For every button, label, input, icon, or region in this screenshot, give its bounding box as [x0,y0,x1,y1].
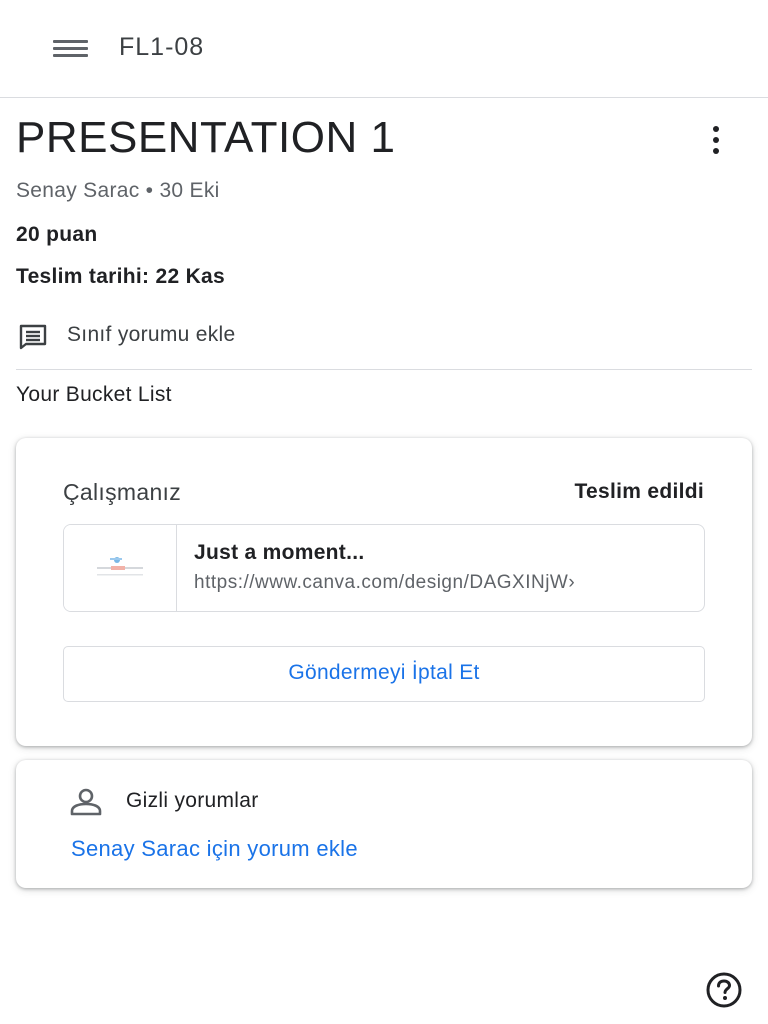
your-work-card: Çalışmanız Teslim edildi Just a moment..… [16,438,752,746]
divider [16,369,752,370]
add-class-comment-label: Sınıf yorumu ekle [67,323,236,346]
comment-icon [19,324,47,350]
add-class-comment-button[interactable]: Sınıf yorumu ekle [16,320,346,356]
your-work-title: Çalışmanız [63,479,182,505]
submission-status: Teslim edildi [574,480,704,503]
top-app-bar: FL1-08 [0,0,768,98]
person-icon [70,788,102,816]
unsubmit-button[interactable]: Göndermeyi İptal Et [63,646,705,702]
assignment-title: PRESENTATION 1 [16,113,396,162]
course-name: FL1-08 [119,33,205,61]
assignment-description: Your Bucket List [16,383,172,406]
attachment-link[interactable]: Just a moment... https://www.canva.com/d… [63,524,705,612]
assignment-points: 20 puan [16,223,98,246]
attachment-url: https://www.canva.com/design/DAGXINjW› [194,572,576,593]
assignment-author-date: Senay Sarac • 30 Eki [16,179,220,202]
canva-thumbnail [64,525,177,611]
private-comments-card: Gizli yorumlar Senay Sarac için yorum ek… [16,760,752,888]
add-private-comment-link[interactable]: Senay Sarac için yorum ekle [71,836,358,862]
help-circle-icon[interactable] [704,972,744,1008]
attachment-title: Just a moment... [194,541,365,564]
hamburger-menu-icon[interactable] [42,26,98,72]
private-comments-title: Gizli yorumlar [126,789,259,812]
more-vertical-icon[interactable] [698,118,734,162]
assignment-due-date: Teslim tarihi: 22 Kas [16,265,225,288]
